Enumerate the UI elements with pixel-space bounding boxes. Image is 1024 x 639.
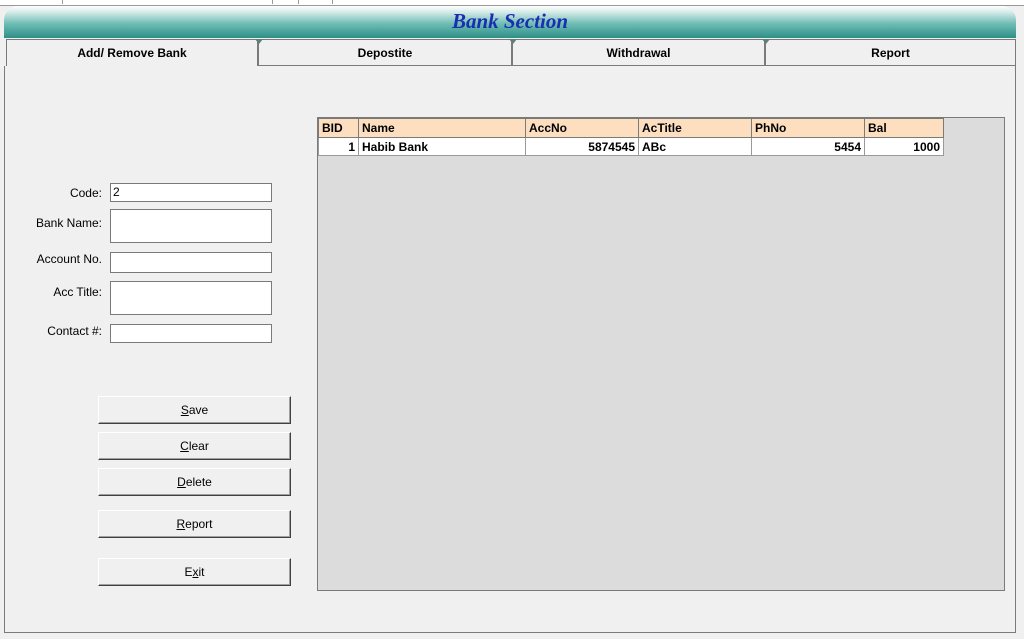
tab-label: Withdrawal	[606, 46, 671, 60]
acc-title-label: Acc Title:	[53, 285, 102, 299]
title-bar: Bank Section	[4, 6, 1016, 38]
save-label: ave	[188, 403, 209, 417]
window-title: Bank Section	[451, 9, 569, 33]
report-label: eport	[185, 517, 213, 531]
tab-notch-icon	[762, 39, 770, 44]
clear-accel: C	[180, 439, 189, 453]
cell-phno[interactable]: 5454	[751, 137, 865, 156]
tab-label: Add/ Remove Bank	[77, 46, 187, 60]
contact-field[interactable]	[110, 324, 272, 343]
bank-name-field[interactable]	[110, 209, 272, 243]
cell-bid[interactable]: 1	[318, 137, 359, 156]
delete-label: elete	[185, 475, 212, 489]
clear-label: lear	[188, 439, 209, 453]
cell-bal[interactable]: 1000	[864, 137, 944, 156]
tab-report[interactable]: Report	[762, 39, 1016, 66]
report-button[interactable]: Report	[98, 510, 291, 538]
col-header-accno[interactable]: AccNo	[525, 118, 639, 138]
account-no-field[interactable]	[110, 252, 272, 273]
tab-notch-icon	[255, 39, 263, 44]
exit-label: it	[198, 565, 205, 579]
col-header-phno[interactable]: PhNo	[751, 118, 865, 138]
table-header-row: BID Name AccNo AcTitle PhNo Bal	[318, 118, 944, 138]
tab-add-remove-bank[interactable]: Add/ Remove Bank	[6, 39, 258, 66]
tab-deposit[interactable]: Depostite	[255, 39, 512, 66]
table-row[interactable]: 1 Habib Bank 5874545 ABc 5454 1000	[318, 137, 944, 156]
acc-title-field[interactable]	[110, 281, 272, 315]
contact-label: Contact #:	[47, 324, 102, 338]
col-header-bal[interactable]: Bal	[864, 118, 944, 138]
code-field[interactable]: 2	[110, 183, 272, 202]
bank-name-label: Bank Name:	[35, 216, 102, 230]
bank-table: BID Name AccNo AcTitle PhNo Bal 1 Habib …	[318, 118, 944, 156]
col-header-bid[interactable]: BID	[318, 118, 359, 138]
exit-button[interactable]: Exit	[98, 558, 291, 586]
bank-data-grid[interactable]: BID Name AccNo AcTitle PhNo Bal 1 Habib …	[317, 117, 1005, 591]
save-button[interactable]: Save	[98, 396, 291, 424]
account-no-label: Account No.	[36, 252, 102, 266]
delete-accel: D	[177, 475, 186, 489]
report-accel: R	[176, 517, 186, 531]
tab-label: Depostite	[357, 46, 413, 60]
cell-accno[interactable]: 5874545	[525, 137, 639, 156]
exit-pre: E	[184, 565, 193, 579]
col-header-name[interactable]: Name	[358, 118, 526, 138]
col-header-actitle[interactable]: AcTitle	[638, 118, 752, 138]
tab-notch-icon	[509, 39, 517, 44]
tab-withdrawal[interactable]: Withdrawal	[509, 39, 765, 66]
save-accel: S	[180, 403, 189, 417]
cell-actitle[interactable]: ABc	[638, 137, 752, 156]
delete-button[interactable]: Delete	[98, 468, 291, 496]
code-label: Code:	[69, 186, 102, 200]
cell-name[interactable]: Habib Bank	[358, 137, 526, 156]
tab-label: Report	[871, 46, 910, 60]
clear-button[interactable]: Clear	[98, 432, 291, 460]
